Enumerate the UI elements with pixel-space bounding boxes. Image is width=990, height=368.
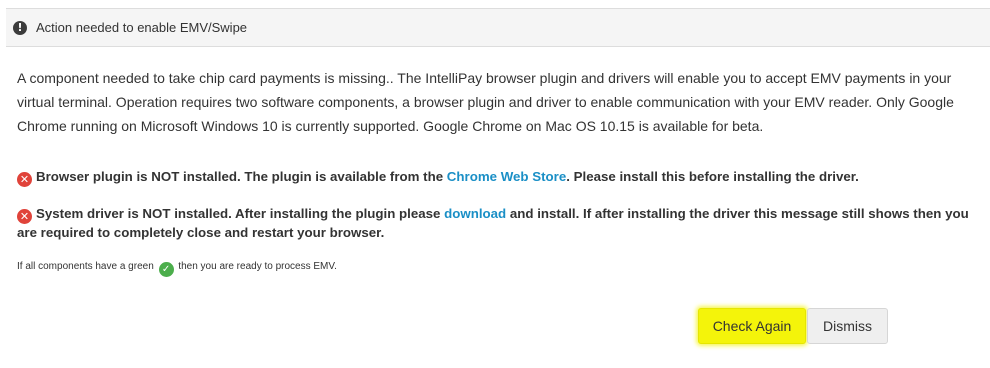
plugin-status-text-after: . Please install this before installing … [566,169,859,184]
green-check-icon: ✓ [158,262,174,277]
download-link[interactable]: download [444,206,506,221]
panel-title: Action needed to enable EMV/Swipe [36,20,248,35]
note-text-before: If all components have a green [17,261,157,272]
note-text-after: then you are ready to process EMV. [175,261,337,272]
ready-note: If all components have a green ✓ then yo… [17,258,337,277]
emv-action-panel: ! Action needed to enable EMV/Swipe A co… [0,0,990,368]
dismiss-button[interactable]: Dismiss [807,308,888,344]
panel-header: ! Action needed to enable EMV/Swipe [6,8,990,47]
driver-status: ✕ System driver is NOT installed. After i… [17,205,977,242]
error-x-icon: ✕ [17,172,32,187]
plugin-status-text-before: Browser plugin is NOT installed. The plu… [36,169,447,184]
check-again-button[interactable]: Check Again [698,308,806,344]
error-x-icon: ✕ [17,209,32,224]
plugin-status: ✕ Browser plugin is NOT installed. The pl… [17,168,977,187]
chrome-web-store-link[interactable]: Chrome Web Store [447,169,566,184]
intro-text: A component needed to take chip card pay… [17,70,954,134]
driver-status-text-before: System driver is NOT installed. After in… [36,206,445,221]
alert-icon: ! [13,20,27,35]
